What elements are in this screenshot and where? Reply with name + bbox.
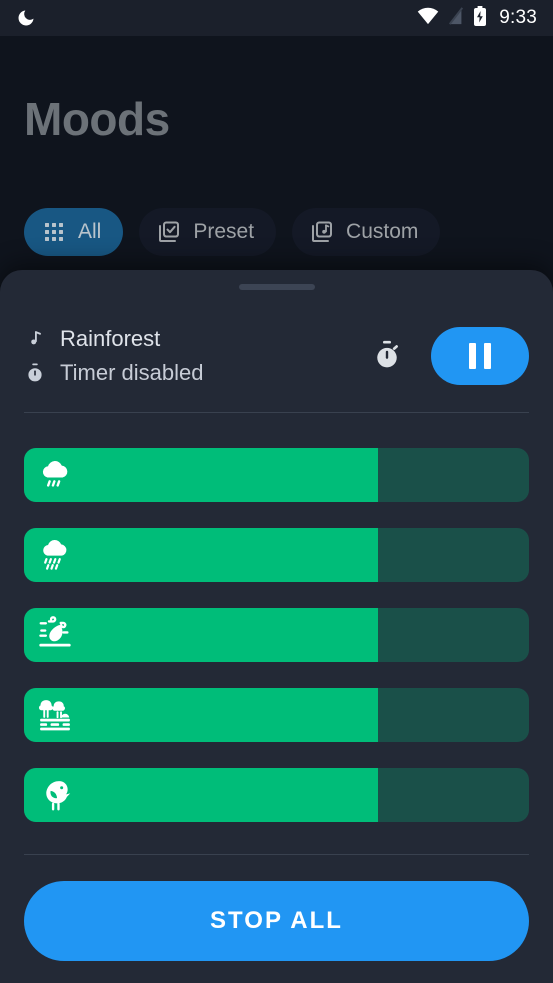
- now-playing-timer: Timer disabled: [24, 360, 203, 386]
- wind-leaf-icon: [36, 616, 74, 654]
- status-bar-time: 9:33: [499, 7, 537, 28]
- now-playing-actions: [367, 327, 529, 385]
- battery-charging-icon: [473, 5, 487, 31]
- filter-chip-preset[interactable]: Preset: [139, 208, 277, 256]
- moon-icon: [16, 8, 36, 28]
- slider-fill: [24, 448, 378, 502]
- filter-chip-preset-label: Preset: [193, 220, 255, 243]
- filter-chip-custom[interactable]: Custom: [292, 208, 441, 256]
- pause-icon: [484, 343, 491, 369]
- filter-chip-all[interactable]: All: [24, 208, 124, 256]
- divider-top: [24, 412, 529, 413]
- forest-trees-icon: [36, 696, 74, 734]
- status-bar-left: [16, 8, 36, 28]
- music-note-icon: [24, 328, 46, 350]
- status-bar-right: 9:33: [417, 5, 537, 31]
- slider-fill: [24, 528, 378, 582]
- signal-off-icon: [448, 6, 464, 30]
- timer-button[interactable]: [367, 336, 407, 376]
- sound-slider-forest[interactable]: [24, 688, 529, 742]
- wifi-icon: [417, 7, 439, 30]
- bird-icon: [36, 776, 74, 814]
- divider-bottom: [24, 854, 529, 855]
- now-playing-bar: Rainforest Timer disabled: [24, 312, 529, 400]
- pause-icon: [469, 343, 476, 369]
- now-playing-track: Rainforest: [24, 326, 203, 352]
- slider-fill: [24, 688, 378, 742]
- page-title: Moods: [24, 93, 170, 145]
- slider-fill: [24, 608, 378, 662]
- grid-apps-icon: [42, 220, 66, 244]
- sound-slider-rain-heavy[interactable]: [24, 528, 529, 582]
- stopwatch-icon: [371, 339, 403, 374]
- bottom-sheet: Rainforest Timer disabled STOP ALL: [0, 270, 553, 983]
- play-pause-button[interactable]: [431, 327, 529, 385]
- app-root: 9:33 Moods All Preset Custom Rainforest …: [0, 0, 553, 983]
- slider-fill: [24, 768, 378, 822]
- sound-slider-birds[interactable]: [24, 768, 529, 822]
- cloud-heavy-rain-icon: [36, 536, 74, 574]
- drag-handle[interactable]: [238, 284, 315, 290]
- filter-chip-group: All Preset Custom: [24, 208, 441, 256]
- cloud-rain-icon: [36, 456, 74, 494]
- stopwatch-icon: [24, 362, 46, 384]
- now-playing-info: Rainforest Timer disabled: [24, 326, 203, 386]
- sound-slider-wind-leaves[interactable]: [24, 608, 529, 662]
- music-library-icon: [310, 220, 334, 244]
- sound-slider-rain-light[interactable]: [24, 448, 529, 502]
- now-playing-timer-status: Timer disabled: [60, 360, 204, 385]
- status-bar: 9:33: [0, 0, 553, 36]
- filter-chip-all-label: All: [78, 220, 102, 243]
- sound-slider-list: [24, 448, 529, 822]
- now-playing-title: Rainforest: [60, 326, 161, 351]
- checkbox-library-icon: [157, 220, 181, 244]
- filter-chip-custom-label: Custom: [346, 220, 419, 243]
- stop-all-button[interactable]: STOP ALL: [24, 881, 529, 961]
